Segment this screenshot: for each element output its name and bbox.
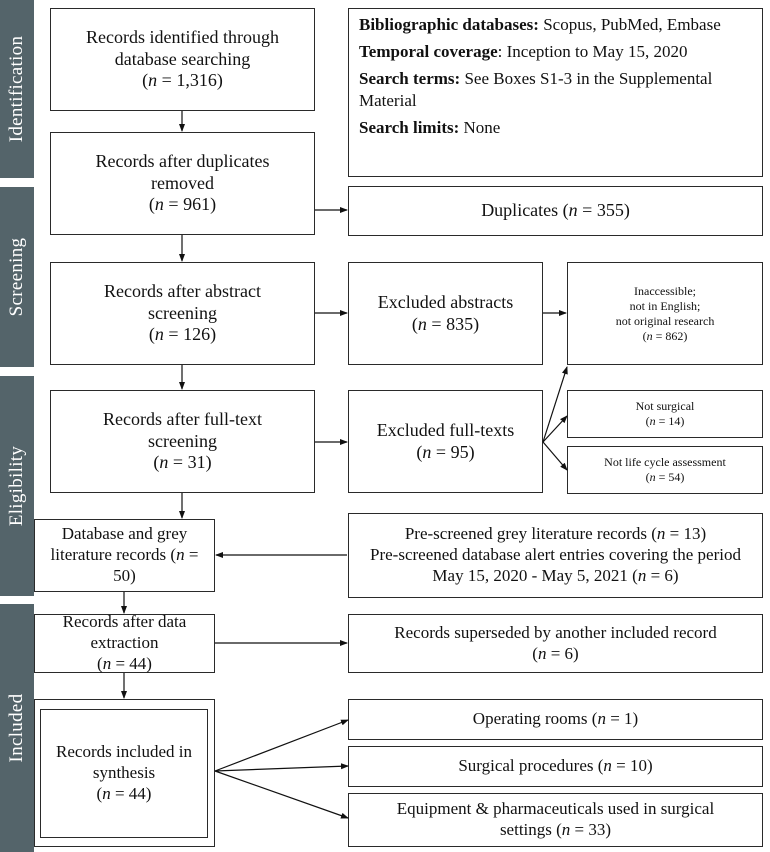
duplicates-box: Duplicates (n = 355) bbox=[348, 186, 763, 236]
phase-label: Screening bbox=[6, 237, 27, 317]
box-count: (n = 835) bbox=[411, 313, 480, 334]
databases-label: Bibliographic databases: bbox=[359, 15, 539, 34]
coverage-label: Temporal coverage bbox=[359, 42, 498, 62]
phase-eligibility: Eligibility bbox=[0, 376, 34, 596]
records-fulltext-box: Records after full-text screening (n = 3… bbox=[50, 390, 315, 493]
box-text: Database and grey literature records (n … bbox=[50, 524, 199, 585]
reason-line: not in English; bbox=[629, 298, 701, 313]
box-text: Excluded abstracts bbox=[377, 291, 514, 312]
prescreened-box: Pre-screened grey literature records (n … bbox=[348, 513, 763, 598]
records-abstract-box: Records after abstract screening (n = 12… bbox=[50, 262, 315, 365]
reason-line: not original research bbox=[615, 313, 715, 328]
box-count: (n = 31) bbox=[153, 452, 212, 473]
abstract-reasons-box: Inaccessible; not in English; not origin… bbox=[567, 262, 763, 365]
records-dedup-box: Records after duplicates removed (n = 96… bbox=[50, 132, 315, 235]
databases-value: Scopus, PubMed, Embase bbox=[538, 15, 721, 34]
search-info-box: Bibliographic databases: Scopus, PubMed,… bbox=[348, 8, 763, 177]
box-count: (n = 44) bbox=[97, 653, 152, 673]
box-text: Records included in synthesis bbox=[56, 742, 192, 783]
synthesis-outer-box: Records included in synthesis (n = 44) bbox=[34, 699, 215, 847]
grey-literature-box: Database and grey literature records (n … bbox=[34, 519, 215, 592]
box-text: Records identified through database sear… bbox=[86, 26, 279, 69]
coverage-value: : Inception to May 15, 2020 bbox=[497, 42, 688, 62]
terms-label: Search terms: bbox=[359, 69, 461, 89]
records-identified-box: Records identified through database sear… bbox=[50, 8, 315, 111]
prescreened-line-2: Pre-screened database alert entries cove… bbox=[370, 545, 741, 585]
limits-value: None bbox=[459, 118, 501, 138]
phase-identification: Identification bbox=[0, 0, 34, 178]
box-count: (n = 126) bbox=[148, 324, 217, 345]
phase-label: Eligibility bbox=[6, 445, 27, 527]
arrow-synthesis-to-equipment bbox=[214, 770, 349, 819]
synthesis-inner-box: Records included in synthesis (n = 44) bbox=[40, 709, 208, 838]
box-text: Records after data extraction bbox=[62, 612, 187, 653]
box-text: Records after duplicates removed bbox=[95, 150, 270, 193]
box-text: Not surgical bbox=[635, 399, 695, 413]
box-text: Records superseded by another included r… bbox=[394, 622, 717, 642]
arrow-excluded-to-reasons-2 bbox=[542, 366, 568, 443]
box-count: (n = 44) bbox=[96, 783, 152, 803]
box-text: Excluded full-texts bbox=[376, 419, 515, 440]
phase-label: Identification bbox=[6, 35, 27, 143]
box-count: (n = 95) bbox=[416, 441, 475, 462]
operating-rooms-box: Operating rooms (n = 1) bbox=[348, 699, 763, 740]
equipment-box: Equipment & pharmaceuticals used in surg… bbox=[348, 793, 763, 847]
arrow-synthesis-to-procedures bbox=[214, 763, 349, 772]
box-text: Records after abstract screening bbox=[104, 280, 261, 323]
excluded-fulltexts-box: Excluded full-texts (n = 95) bbox=[348, 390, 543, 493]
excluded-abstracts-box: Excluded abstracts (n = 835) bbox=[348, 262, 543, 365]
phase-label: Included bbox=[6, 693, 27, 763]
box-count: (n = 14) bbox=[645, 414, 685, 428]
box-text: Surgical procedures (n = 10) bbox=[458, 756, 653, 776]
phase-screening: Screening bbox=[0, 187, 34, 367]
arrow-synthesis-to-or bbox=[214, 719, 349, 772]
reason-line: Inaccessible; bbox=[634, 283, 696, 298]
not-lca-box: Not life cycle assessment (n = 54) bbox=[567, 446, 763, 494]
superseded-box: Records superseded by another included r… bbox=[348, 614, 763, 673]
surgical-procedures-box: Surgical procedures (n = 10) bbox=[348, 746, 763, 787]
box-text: Records after full-text screening bbox=[103, 408, 262, 451]
box-text: Not life cycle assessment bbox=[604, 455, 726, 469]
box-count: (n = 961) bbox=[148, 194, 217, 215]
box-text: Equipment & pharmaceuticals used in surg… bbox=[396, 799, 715, 839]
box-count: (n = 54) bbox=[645, 470, 685, 484]
data-extraction-box: Records after data extraction (n = 44) bbox=[34, 612, 215, 673]
arrow-excluded-to-not-surgical bbox=[542, 415, 568, 443]
box-text: Operating rooms (n = 1) bbox=[472, 709, 639, 729]
arrow-excluded-to-not-lca bbox=[542, 441, 568, 471]
not-surgical-box: Not surgical (n = 14) bbox=[567, 390, 763, 438]
prescreened-line-1: Pre-screened grey literature records (n … bbox=[404, 524, 707, 544]
box-text: Duplicates (n = 355) bbox=[481, 200, 630, 221]
limits-label: Search limits: bbox=[359, 118, 460, 138]
box-count: (n = 1,316) bbox=[142, 70, 223, 91]
box-count: (n = 6) bbox=[532, 643, 579, 663]
phase-included: Included bbox=[0, 604, 34, 852]
box-count: (n = 862) bbox=[642, 328, 688, 343]
